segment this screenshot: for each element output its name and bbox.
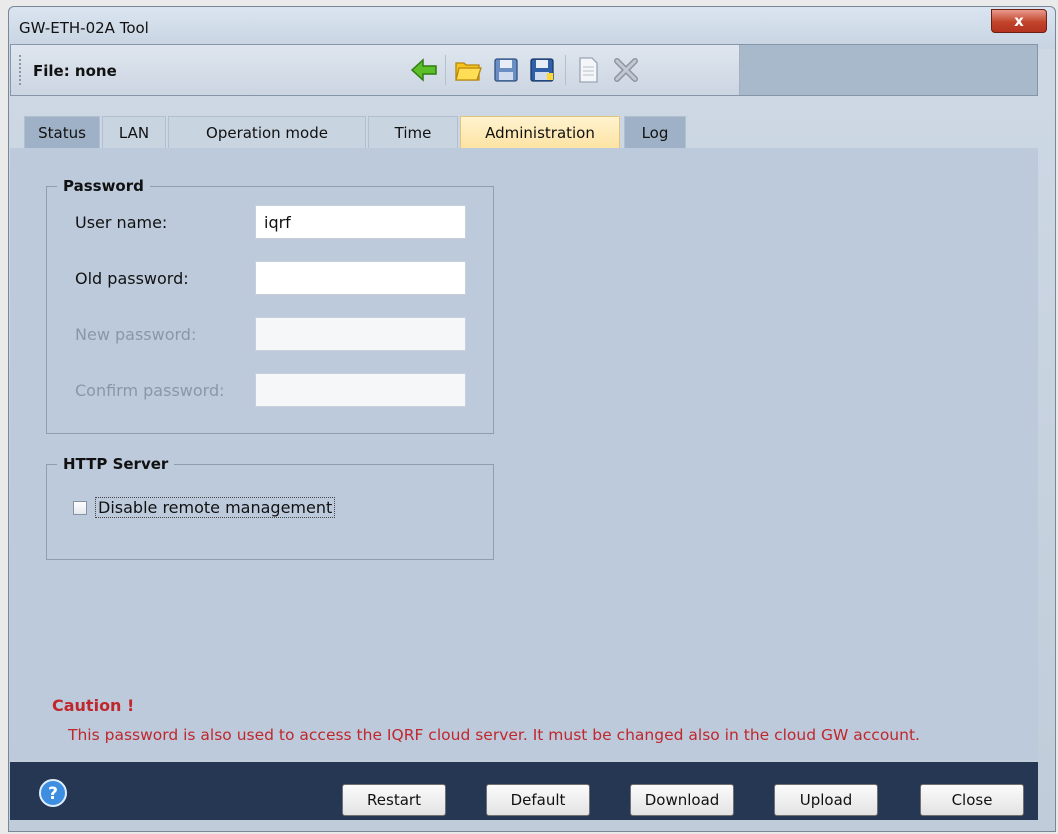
download-button[interactable]: Download (630, 784, 734, 816)
user-name-input[interactable] (255, 205, 466, 239)
restart-button[interactable]: Restart (342, 784, 446, 816)
delete-icon[interactable] (611, 55, 641, 85)
save-as-icon[interactable] (527, 55, 557, 85)
confirm-password-label: Confirm password: (75, 381, 225, 400)
tab-lan[interactable]: LAN (102, 116, 166, 148)
new-password-label: New password: (75, 325, 197, 344)
document-icon[interactable] (573, 55, 603, 85)
http-server-group: HTTP Server Disable remote management (46, 455, 494, 560)
title-bar[interactable]: GW-ETH-02A Tool x (9, 7, 1055, 49)
disable-remote-management-label[interactable]: Disable remote management (95, 497, 336, 518)
administration-panel: Password User name: Old password: New pa… (10, 148, 1038, 760)
http-server-legend: HTTP Server (57, 455, 175, 473)
help-icon[interactable]: ? (38, 778, 68, 808)
toolbar: File: none (10, 44, 1038, 96)
tab-log[interactable]: Log (624, 116, 686, 148)
window-close-button[interactable]: x (991, 9, 1047, 33)
window-title: GW-ETH-02A Tool (19, 19, 149, 37)
old-password-input[interactable] (255, 261, 466, 295)
tab-time[interactable]: Time (368, 116, 458, 148)
toolbar-icon-group (403, 45, 740, 95)
save-icon[interactable] (491, 55, 521, 85)
new-password-input[interactable] (255, 317, 466, 351)
tab-strip: Status LAN Operation mode Time Administr… (10, 112, 1038, 148)
user-name-label: User name: (75, 213, 168, 232)
tab-status[interactable]: Status (24, 116, 100, 148)
toolbar-separator (445, 55, 446, 85)
toolbar-separator (565, 55, 566, 85)
password-legend: Password (57, 177, 150, 195)
old-password-label: Old password: (75, 269, 189, 288)
default-button[interactable]: Default (486, 784, 590, 816)
file-label: File: none (33, 62, 117, 80)
open-folder-icon[interactable] (453, 55, 483, 85)
caution-text: This password is also used to access the… (68, 726, 920, 744)
back-arrow-icon[interactable] (409, 55, 439, 85)
confirm-password-input[interactable] (255, 373, 466, 407)
close-button[interactable]: Close (920, 784, 1024, 816)
file-info-area: File: none (11, 45, 404, 95)
disable-remote-management-checkbox[interactable] (73, 501, 87, 515)
bottom-bar: ? Restart Default Download Upload Close (10, 762, 1038, 820)
password-group: Password User name: Old password: New pa… (46, 177, 494, 434)
tab-operation-mode[interactable]: Operation mode (168, 116, 366, 148)
tab-administration[interactable]: Administration (460, 116, 620, 148)
svg-text:?: ? (48, 784, 58, 804)
toolbar-grip[interactable] (19, 55, 23, 85)
caution-title: Caution ! (52, 696, 135, 715)
upload-button[interactable]: Upload (774, 784, 878, 816)
